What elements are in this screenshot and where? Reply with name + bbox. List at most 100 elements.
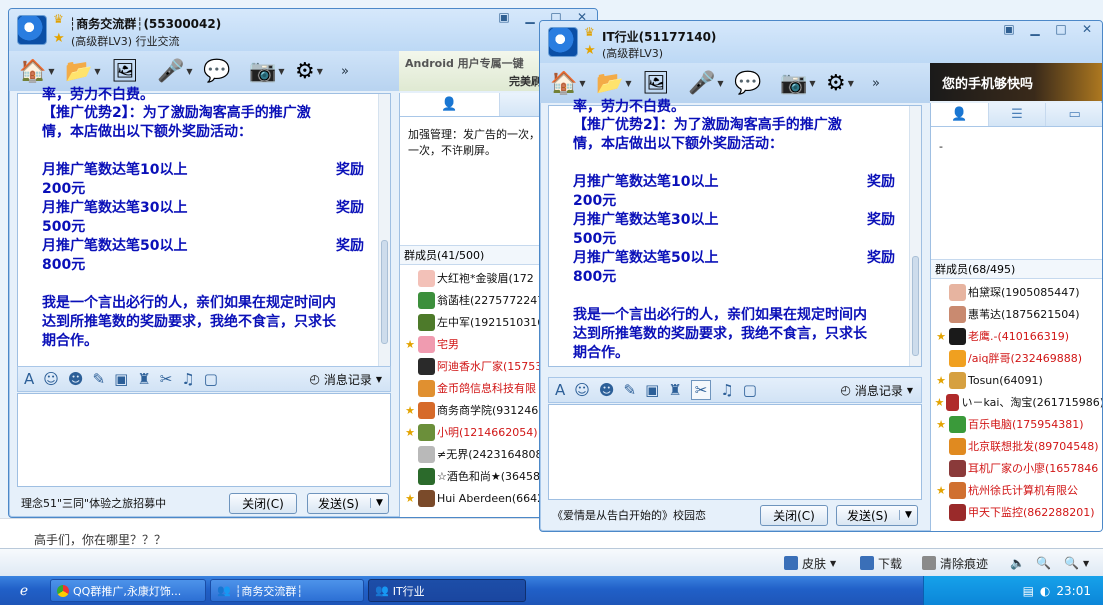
message-history[interactable]: 率，劳力不白费。 【推广优势2】：为了激励淘客高手的推广激 情，本店做出以下额外奖… xyxy=(17,87,391,367)
close-button[interactable]: 关闭(C) xyxy=(229,492,297,514)
message-line-reward: 奖励 xyxy=(336,162,364,178)
image-icon[interactable]: ▣ xyxy=(114,370,128,388)
message-line-text: 200元 xyxy=(573,193,617,209)
message-scrollbar[interactable] xyxy=(378,94,390,366)
scrollbar-thumb[interactable] xyxy=(381,240,388,344)
chevron-down-icon[interactable]: ▼ xyxy=(370,498,388,508)
dropdown-menu-icon[interactable]: ▣ xyxy=(998,21,1020,38)
message-input[interactable] xyxy=(17,393,391,487)
folder-share-icon[interactable]: 📂 ▼ xyxy=(596,68,640,98)
send-button[interactable]: 发送(S) ▼ xyxy=(307,492,389,514)
member-list[interactable]: 柏黛琛(1905085447) 惠苇达(1875621504) ★ 老鹰.-(4101… xyxy=(931,281,1102,531)
member-item[interactable]: ★ 杭州徐氏计算机有限公 xyxy=(931,479,1102,501)
gift-icon[interactable]: ♜ xyxy=(668,381,681,399)
start-button[interactable]: ℯ xyxy=(4,580,44,601)
message-line-text: 月推广笔数达笔10以上 xyxy=(573,174,719,190)
music-icon[interactable]: ♫ xyxy=(720,381,733,399)
message-input[interactable] xyxy=(548,404,922,500)
screenshot-scissors-icon[interactable]: ✂ xyxy=(160,370,173,388)
close-button[interactable]: 关闭(C) xyxy=(760,504,828,526)
message-scrollbar[interactable] xyxy=(909,106,921,366)
close-icon[interactable]: ✕ xyxy=(1076,21,1098,38)
album-icon[interactable]: 🖼 xyxy=(642,68,686,98)
emoji-icon[interactable]: ☺ xyxy=(574,381,590,399)
ad-link[interactable]: 理念51"三同"体验之旅招募中 xyxy=(21,495,166,511)
message-board-icon[interactable]: 💬 xyxy=(734,68,778,98)
font-icon[interactable]: A xyxy=(24,370,34,388)
voice-icon[interactable]: 🎤 ▼ xyxy=(688,68,732,98)
skin-button[interactable]: 皮肤 ▼ xyxy=(784,555,836,571)
settings-gear-icon[interactable]: ⚙ ▼ xyxy=(826,68,870,98)
member-item[interactable]: 惠苇达(1875621504) xyxy=(931,303,1102,325)
ad-banner-phone[interactable]: 您的手机够快吗 xyxy=(930,63,1102,101)
minimize-icon[interactable]: ▁ xyxy=(519,9,541,26)
message-history-button[interactable]: ◴ 消息记录 ▼ xyxy=(309,371,382,388)
image-icon[interactable]: ▣ xyxy=(645,381,659,399)
edit-icon[interactable]: ✎ xyxy=(93,370,106,388)
scrollbar-thumb[interactable] xyxy=(912,256,919,356)
music-icon[interactable]: ♫ xyxy=(181,370,194,388)
tab-announcement[interactable]: 👤 xyxy=(931,103,989,126)
download-button[interactable]: 下载 xyxy=(860,555,902,571)
minimize-icon[interactable]: ▁ xyxy=(1024,21,1046,38)
member-item[interactable]: ★ Tosun(64091) xyxy=(931,369,1102,391)
member-item[interactable]: ★ い－kai、淘宝(261715986) xyxy=(931,391,1102,413)
message-history[interactable]: 率，劳力不白费。 【推广优势2】：为了激励淘客高手的推广激 情，本店做出以下额外奖… xyxy=(548,99,922,367)
chat-bubble-icon[interactable]: ▢ xyxy=(743,381,757,399)
window-title-bar[interactable]: ♛ IT行业(51177140) ★ (高级群LV3) ▣ ▁ □ ✕ xyxy=(540,21,1102,69)
more-tools-button[interactable]: » xyxy=(872,76,880,91)
send-button[interactable]: 发送(S) ▼ xyxy=(836,504,918,526)
member-item[interactable]: 甲天下监控(862288201) xyxy=(931,501,1102,523)
magic-emoji-icon[interactable]: ☻ xyxy=(599,381,615,399)
screenshot-scissors-icon[interactable]: ✂ xyxy=(690,380,712,400)
ime-icon[interactable]: ◐ xyxy=(1040,584,1050,598)
ie-browser-icon: ℯ xyxy=(19,582,29,599)
crown-icon: ♛ xyxy=(53,12,64,26)
tab-extra[interactable]: ▭ xyxy=(1046,103,1102,126)
member-item[interactable]: 耳机厂家の小廖(1657846 xyxy=(931,457,1102,479)
chat-window-business-group[interactable]: ♛ ┆商务交流群┆(55300042) ★ (高级群LV3) 行业交流 ▣ ▁ … xyxy=(8,8,598,518)
zoom-button[interactable]: 🔍 xyxy=(1036,555,1051,571)
clear-history-button[interactable]: 清除痕迹 xyxy=(922,555,988,571)
network-icon[interactable]: ▤ xyxy=(1023,584,1034,598)
video-camera-icon[interactable]: 📷 ▼ xyxy=(249,56,293,86)
taskbar-item-business-group[interactable]: 👥 ┆商务交流群┆ xyxy=(210,579,364,602)
folder-share-icon[interactable]: 📂 ▼ xyxy=(65,56,109,86)
message-partial-line: 率，劳力不白费。 xyxy=(42,86,372,105)
dropdown-menu-icon[interactable]: ▣ xyxy=(493,9,515,26)
font-icon[interactable]: A xyxy=(555,381,565,399)
member-item[interactable]: 北京联想批发(89704548) xyxy=(931,435,1102,457)
tab-list[interactable]: ☰ xyxy=(989,103,1047,126)
window-title-bar[interactable]: ♛ ┆商务交流群┆(55300042) ★ (高级群LV3) 行业交流 ▣ ▁ … xyxy=(9,9,597,57)
edit-icon[interactable]: ✎ xyxy=(624,381,637,399)
voice-icon[interactable]: 🎤 ▼ xyxy=(157,56,201,86)
volume-button[interactable]: 🔈 xyxy=(1010,555,1025,571)
video-camera-icon[interactable]: 📷 ▼ xyxy=(780,68,824,98)
album-icon[interactable]: 🖼 xyxy=(111,56,155,86)
settings-gear-icon[interactable]: ⚙ ▼ xyxy=(295,56,339,86)
emoji-icon[interactable]: ☺ xyxy=(43,370,59,388)
taskbar-item-it-group[interactable]: 👥 IT行业 xyxy=(368,579,526,602)
chevron-down-icon[interactable]: ▼ xyxy=(899,510,917,520)
chat-bubble-icon[interactable]: ▢ xyxy=(204,370,218,388)
member-item[interactable]: ★ 老鹰.-(410166319) xyxy=(931,325,1102,347)
chat-window-it-industry[interactable]: ♛ IT行业(51177140) ★ (高级群LV3) ▣ ▁ □ ✕ 🏠 ▼ 📂… xyxy=(539,20,1103,532)
home-icon[interactable]: 🏠 ▼ xyxy=(550,68,594,98)
member-item[interactable]: /aiq胖哥(232469888) xyxy=(931,347,1102,369)
gift-icon[interactable]: ♜ xyxy=(137,370,150,388)
taskbar-item-browser[interactable]: QQ群推广,永康灯饰... xyxy=(50,579,206,602)
member-item[interactable]: 柏黛琛(1905085447) xyxy=(931,281,1102,303)
magic-emoji-icon[interactable]: ☻ xyxy=(68,370,84,388)
message-history-button[interactable]: ◴ 消息记录 ▼ xyxy=(840,382,913,399)
tab-announcement[interactable]: 👤 xyxy=(400,93,500,116)
maximize-icon[interactable]: □ xyxy=(1050,21,1072,38)
message-line: 200元 xyxy=(42,180,372,199)
home-icon[interactable]: 🏠 ▼ xyxy=(19,56,63,86)
search-button[interactable]: 🔍 ▼ xyxy=(1064,555,1089,571)
member-item[interactable]: ★ 百乐电脑(175954381) xyxy=(931,413,1102,435)
message-board-icon[interactable]: 💬 xyxy=(203,56,247,86)
message-line-reward: 奖励 xyxy=(867,174,895,190)
ad-link[interactable]: 《爱情是从告白开始的》校园恋 xyxy=(552,507,706,523)
skin-label: 皮肤 xyxy=(802,556,827,571)
more-tools-button[interactable]: » xyxy=(341,64,349,79)
